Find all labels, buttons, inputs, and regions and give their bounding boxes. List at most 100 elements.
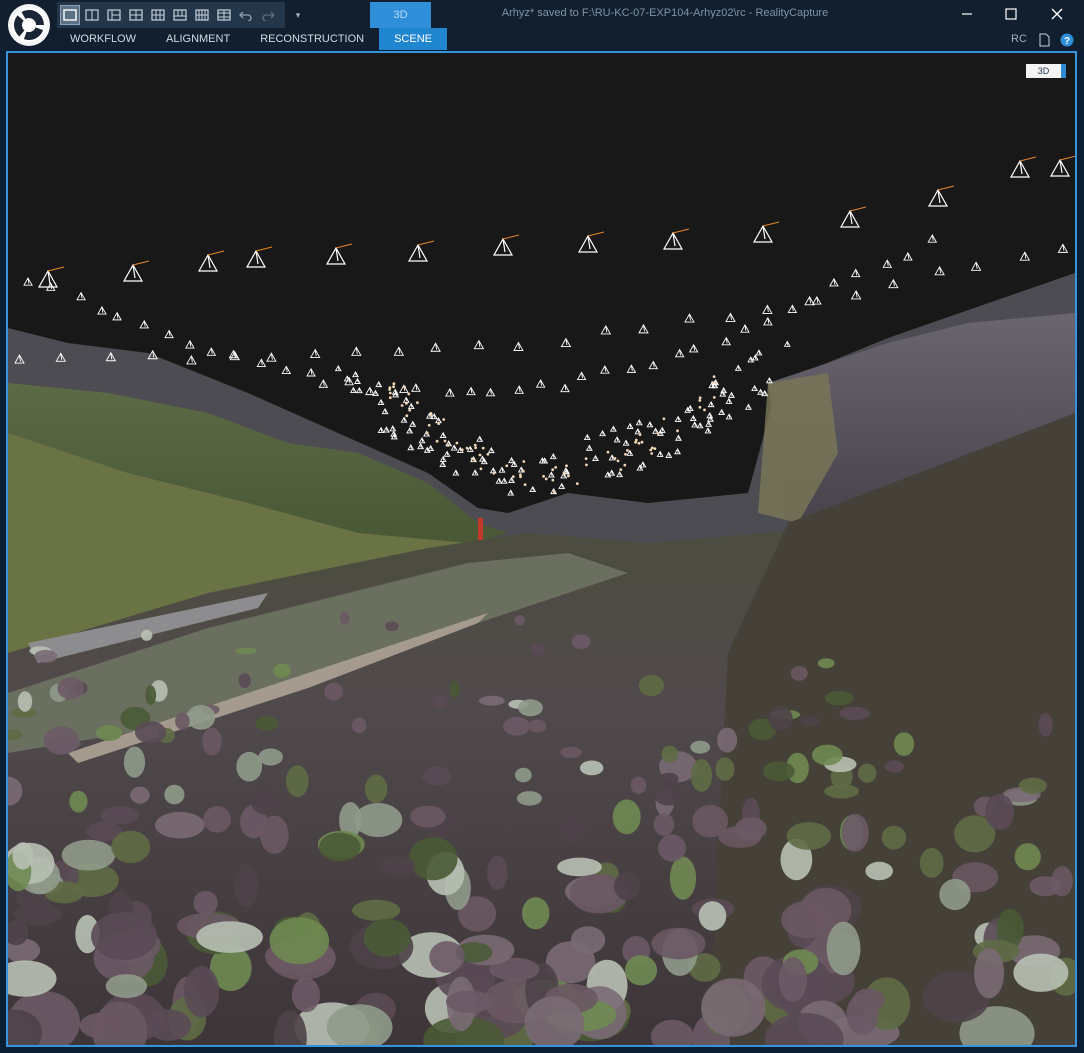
terrain-bush	[251, 788, 283, 816]
redo-icon[interactable]	[258, 5, 278, 25]
terrain-bush	[939, 878, 971, 911]
terrain-bush	[786, 822, 832, 850]
camera-position-dot	[511, 475, 515, 479]
terrain-bush	[46, 737, 81, 751]
close-icon[interactable]	[1034, 0, 1080, 28]
camera-position-dot	[650, 446, 654, 450]
layout-1-icon[interactable]	[60, 5, 80, 25]
layout-toolbar	[57, 2, 285, 28]
terrain-bush	[269, 917, 330, 965]
terrain-bush	[781, 901, 832, 938]
3d-scene[interactable]	[8, 53, 1075, 1045]
camera-position-dot	[521, 469, 525, 473]
layout-3-icon[interactable]	[104, 5, 124, 25]
undo-icon[interactable]	[236, 5, 256, 25]
camera-position-dot	[551, 468, 555, 472]
terrain-bush	[145, 685, 157, 705]
terrain-bush	[865, 861, 893, 881]
document-icon[interactable]	[1037, 33, 1051, 47]
3d-viewport[interactable]: 3D	[6, 51, 1077, 1047]
terrain-bush	[570, 926, 606, 954]
terrain-bush	[624, 955, 658, 986]
layout-4-icon[interactable]	[126, 5, 146, 25]
status-bar	[0, 1047, 1084, 1053]
terrain-bush	[363, 918, 411, 957]
minimize-icon[interactable]	[944, 0, 990, 28]
terrain-bush	[571, 634, 591, 650]
camera-position-dot	[486, 452, 490, 456]
tab-alignment[interactable]: ALIGNMENT	[151, 28, 245, 50]
layout-7-icon[interactable]	[192, 5, 212, 25]
layout-6-icon[interactable]	[170, 5, 190, 25]
rc-menu[interactable]: RC	[1011, 33, 1027, 45]
camera-position-dot	[505, 464, 509, 468]
help-icon[interactable]: ?	[1060, 33, 1074, 47]
terrain-bush	[692, 804, 729, 838]
terrain-bush	[186, 704, 216, 730]
terrain-bush	[557, 857, 602, 877]
camera-position-dot	[465, 446, 469, 450]
terrain-bush	[196, 921, 263, 953]
terrain-bush	[790, 666, 808, 681]
camera-position-dot	[552, 490, 556, 494]
camera-position-dot	[584, 457, 588, 460]
quick-access-dropdown-icon[interactable]: ▾	[290, 6, 306, 24]
terrain-bush	[273, 663, 291, 678]
camera-position-dot	[388, 396, 392, 400]
title-bar: ▾ 3D Arhyz* saved to F:\RU-KC-07-EXP104-…	[0, 0, 1084, 50]
camera-position-dot	[403, 385, 407, 389]
camera-position-dot	[634, 440, 637, 444]
tab-scene[interactable]: SCENE	[379, 28, 447, 50]
terrain-bush	[105, 974, 148, 999]
terrain-bush	[985, 793, 1015, 830]
camera-position-dot	[616, 459, 620, 463]
tab-workflow[interactable]: WORKFLOW	[55, 28, 151, 50]
terrain-bush	[410, 805, 446, 828]
terrain-bush	[826, 921, 861, 976]
layout-2-icon[interactable]	[82, 5, 102, 25]
camera-position-dot	[478, 453, 482, 457]
camera-position-dot	[676, 429, 679, 433]
camera-position-dot	[455, 441, 459, 445]
terrain-bush	[12, 842, 34, 870]
layout-5-icon[interactable]	[148, 5, 168, 25]
terrain-bush	[514, 767, 532, 783]
realitycapture-logo-icon[interactable]	[8, 4, 50, 46]
camera-position-dot	[626, 449, 629, 452]
terrain-bush	[446, 990, 493, 1013]
tab-reconstruction[interactable]: RECONSTRUCTION	[245, 28, 379, 50]
terrain-bush	[560, 746, 582, 759]
camera-position-dot	[619, 468, 623, 471]
terrain-bush	[286, 765, 309, 798]
layout-8-icon[interactable]	[214, 5, 234, 25]
terrain-bush	[630, 776, 647, 794]
terrain-bush	[364, 774, 388, 804]
camera-position-dot	[388, 391, 392, 395]
camera-position-dot	[623, 463, 627, 467]
terrain-bush	[487, 855, 508, 891]
camera-position-dot	[523, 483, 527, 486]
terrain-bush	[1029, 876, 1062, 897]
terrain-bush	[236, 751, 263, 782]
camera-position-dot	[405, 414, 409, 418]
terrain-bush	[659, 772, 679, 786]
terrain-bush	[175, 712, 190, 730]
terrain-bush	[653, 813, 675, 836]
camera-position-dot	[442, 418, 446, 421]
camera-position-dot	[712, 375, 716, 378]
terrain-bush	[380, 856, 416, 877]
camera-position-dot	[405, 402, 408, 405]
camera-position-dot	[437, 422, 441, 425]
terrain-bush	[669, 856, 697, 900]
view-mode-badge[interactable]: 3D	[1026, 64, 1066, 78]
terrain-bush	[111, 830, 151, 864]
terrain-bush	[717, 727, 738, 753]
maximize-icon[interactable]	[988, 0, 1034, 28]
terrain-bush	[141, 629, 153, 641]
terrain-bush	[893, 732, 915, 756]
terrain-bush	[57, 677, 84, 700]
terrain-bush	[385, 621, 399, 632]
terrain-bush	[255, 716, 279, 731]
camera-position-dot	[567, 474, 570, 478]
terrain-bush	[841, 813, 869, 852]
